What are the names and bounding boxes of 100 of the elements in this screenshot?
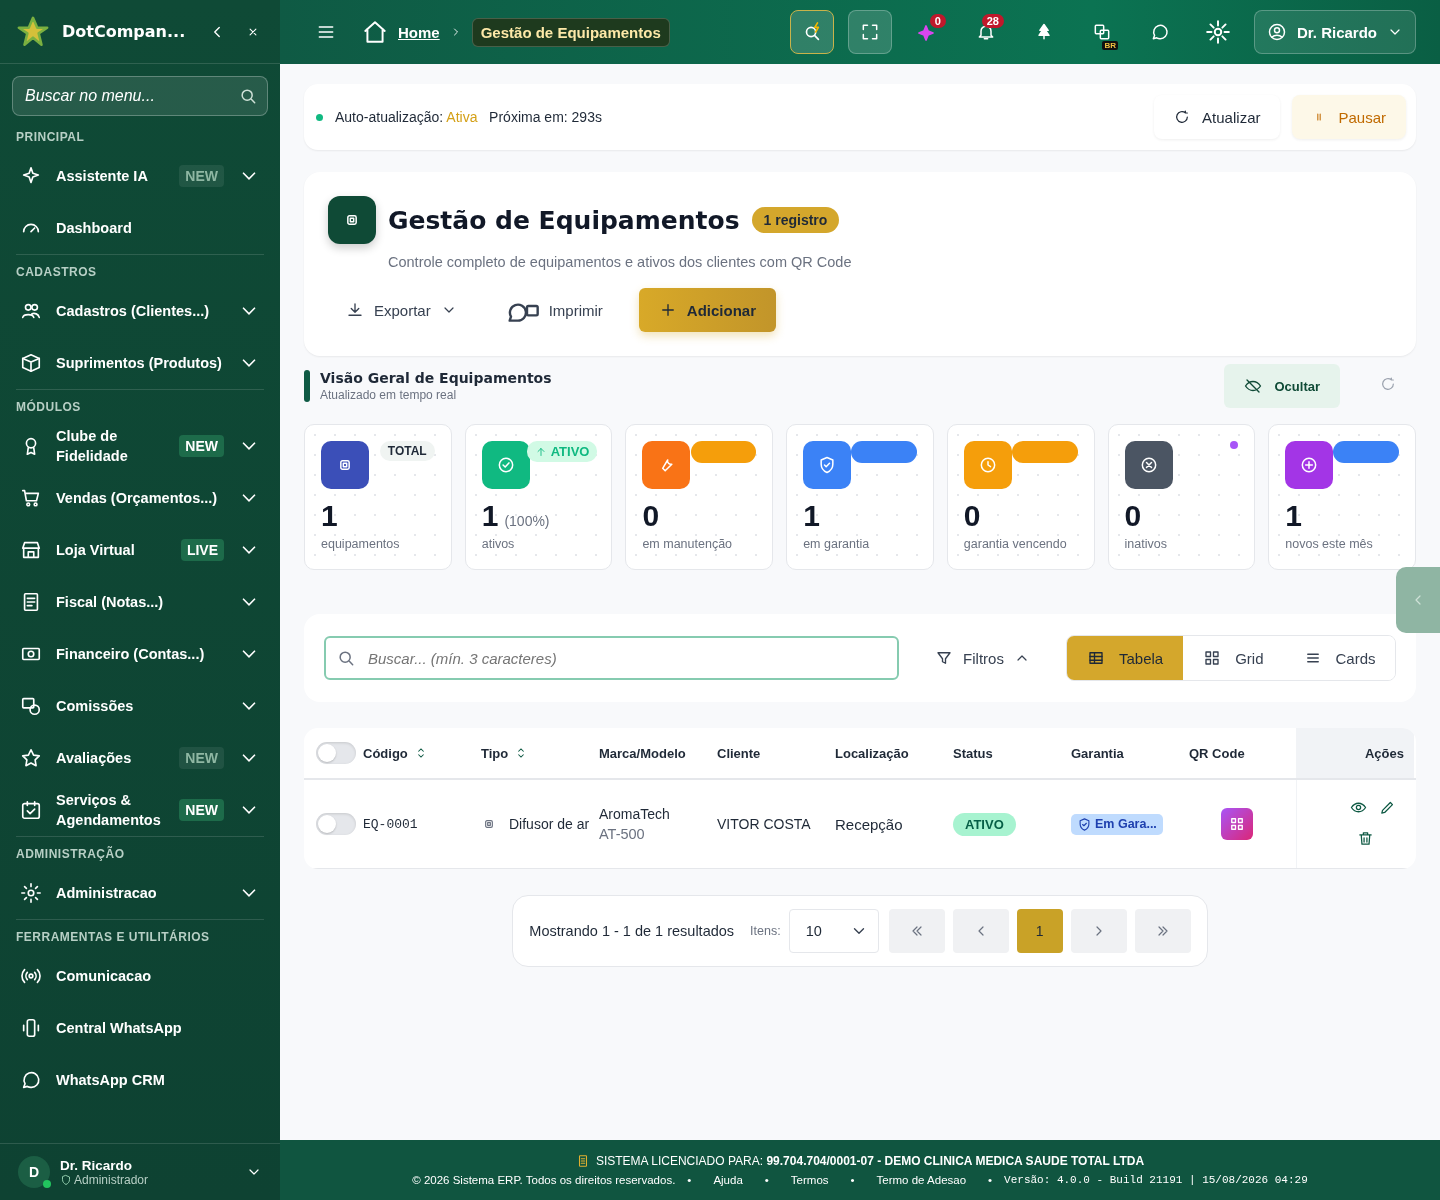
sidebar-item[interactable]: Assistente IA NEW [16, 150, 264, 202]
phone-vibrate-icon [20, 1017, 42, 1039]
column-header: Garantia [1071, 745, 1124, 761]
sidebar-item[interactable]: WhatsApp CRM [16, 1054, 264, 1106]
search-icon [238, 86, 258, 106]
stat-value: 1 [321, 499, 338, 533]
menu-badge: NEW [179, 435, 224, 457]
user-name: Dr. Ricardo [60, 1157, 134, 1173]
hide-button[interactable]: Ocultar [1224, 364, 1340, 408]
sidebar-item[interactable]: Vendas (Orçamentos...) [16, 472, 264, 524]
sidebar-item[interactable]: Fiscal (Notas...) [16, 576, 264, 628]
page-button[interactable]: 1 [1016, 909, 1063, 953]
refresh-icon [1174, 109, 1191, 125]
settings-icon [1204, 19, 1231, 45]
stat-value: 0 [642, 499, 660, 533]
column-header: Marca/Modelo [599, 745, 686, 761]
stat-value: 1 [1285, 499, 1302, 533]
notifications-button[interactable]: 28 [963, 10, 1008, 54]
sidebar-item[interactable]: Central WhatsApp [16, 1002, 264, 1054]
record-count: 1 registro [751, 207, 840, 233]
stat-percent: (100%) [504, 513, 550, 529]
sidebar-item[interactable]: Clube de Fidelidade NEW [16, 420, 264, 472]
table-cell-text: Recepção [835, 815, 904, 833]
table-icon [1086, 649, 1105, 667]
column-header: QR Code [1189, 745, 1245, 761]
separator-dot: • [687, 1174, 692, 1186]
sidebar-item[interactable]: Dashboard [16, 202, 264, 254]
qr-code-button[interactable] [1221, 808, 1253, 840]
trash-icon[interactable] [1357, 829, 1374, 847]
user-avatar: D [18, 1156, 50, 1188]
footer-link[interactable]: Ajuda [713, 1174, 743, 1186]
sidebar-item[interactable]: Comissões [16, 680, 264, 732]
accent-bar [304, 370, 310, 402]
search-field[interactable]: Buscar... (mín. 3 caracteres) [324, 636, 900, 680]
fullscreen-button[interactable] [847, 10, 892, 54]
select-all-toggle[interactable] [316, 742, 356, 764]
breadcrumb-link[interactable]: Home [398, 23, 440, 41]
column-header[interactable]: Código [363, 745, 408, 761]
ai-button[interactable]: 0 [905, 10, 950, 54]
sidebar-item[interactable]: Loja Virtual LIVE [16, 524, 264, 576]
grid-icon [1203, 649, 1222, 667]
print-button[interactable]: Imprimir [506, 294, 603, 326]
version-text: Versão: 4.0.0 - Build 21191 | 15/08/2026 04:29 [1004, 1174, 1308, 1186]
sidebar-item[interactable]: Avaliações NEW [16, 732, 264, 784]
filters-button[interactable]: Filtros [929, 648, 1036, 668]
pause-button[interactable]: Pausar [1292, 95, 1406, 139]
chat-bubble-icon [20, 1069, 42, 1091]
user-role: Administrador [74, 1172, 149, 1187]
warranty-pill: Em Gara... [1071, 813, 1163, 835]
results-summary: Mostrando 1 - 1 de 1 resultados [529, 923, 735, 939]
home-icon[interactable] [362, 19, 388, 45]
sidebar-item[interactable]: Cadastros (Clientes...) [16, 285, 264, 337]
page-title: Gestão de Equipamentos [388, 205, 740, 235]
footer-link[interactable]: Termos [790, 1174, 829, 1186]
column-header: Localização [835, 745, 909, 761]
items-label: Itens: [750, 924, 781, 938]
sidebar-item[interactable]: Serviços & Agendamentos NEW [16, 784, 264, 836]
stat-label: garantia vencendo [963, 537, 1068, 551]
language-badge: BR [1102, 41, 1118, 50]
gear-icon [20, 882, 42, 904]
add-button[interactable]: Adicionar [638, 288, 777, 332]
section-heading: PRINCIPAL [16, 129, 86, 146]
box-icon [20, 352, 42, 374]
section-heading: MÓDULOS [16, 389, 264, 420]
user-menu-button[interactable]: Dr. Ricardo [1253, 10, 1416, 54]
count-badge: 28 [981, 14, 1004, 28]
sidebar-item[interactable]: Administracao [16, 867, 264, 919]
brand-text: AromaTech [599, 806, 671, 822]
table-cell: Difusor de ar [509, 816, 590, 832]
section-title: Visão Geral de Equipamentos [320, 370, 552, 386]
section-heading: CADASTROS [16, 254, 264, 285]
view-tab[interactable]: Tabela [1066, 636, 1184, 680]
calendar-icon [20, 799, 42, 821]
stat-value: 1 [803, 499, 820, 533]
sidebar-item[interactable]: Financeiro (Contas...) [16, 628, 264, 680]
stat-label: novos este mês [1285, 537, 1374, 551]
refresh-button[interactable]: Atualizar [1154, 95, 1281, 139]
license-text: SISTEMA LICENCIADO PARA: 99.704.704/0001-07 - DEMO CLINICA MEDICA SAUDE TOTAL LTDA [595, 1154, 1145, 1168]
breadcrumb-current: Gestão de Equipamentos [471, 17, 670, 47]
footer-link[interactable]: Termo de Adesao [876, 1174, 967, 1186]
row-toggle[interactable] [316, 813, 356, 835]
export-button[interactable]: Exportar [346, 301, 457, 319]
filter-icon [935, 649, 954, 667]
sidebar-item[interactable]: Suprimentos (Produtos) [16, 337, 264, 389]
column-header: Status [953, 745, 993, 761]
model-text: AT-500 [599, 826, 646, 842]
stat-label: equipamentos [321, 537, 401, 551]
stat-label: inativos [1124, 537, 1168, 551]
column-header[interactable]: Tipo [481, 745, 509, 761]
side-panel-handle[interactable] [1396, 567, 1440, 633]
sidebar-item[interactable]: Comunicacao [16, 950, 264, 1002]
items-per-page-select[interactable]: 10 [788, 909, 879, 953]
quick-search-button[interactable] [789, 10, 834, 54]
language-button[interactable]: BR [1079, 10, 1124, 54]
page-subtitle: Controle completo de equipamentos e ativos dos clientes com QR Code [388, 254, 853, 270]
separator-dot: • [850, 1174, 855, 1186]
section-heading: FERRAMENTAS E UTILITÁRIOS [16, 919, 264, 950]
qr-icon [1228, 815, 1246, 833]
shield-check-icon [1077, 816, 1092, 832]
separator-dot: • [764, 1174, 769, 1186]
